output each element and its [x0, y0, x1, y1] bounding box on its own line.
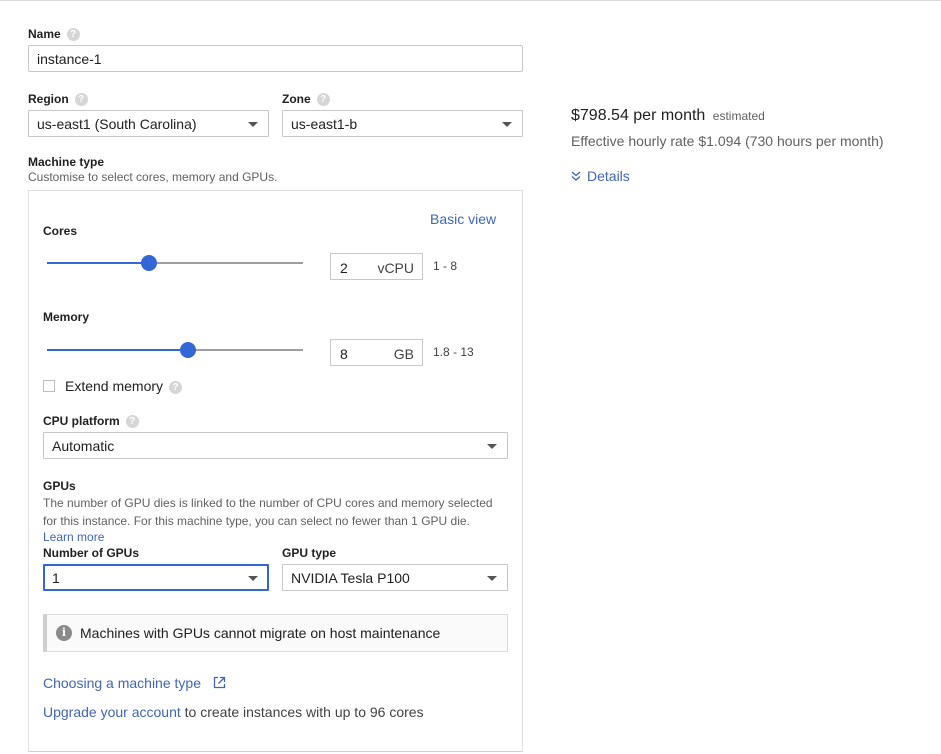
name-input-value: instance-1 — [37, 50, 102, 67]
top-divider — [0, 0, 941, 2]
extend-memory-help-icon[interactable]: ? — [169, 380, 183, 394]
machine-type-subtitle: Customise to select cores, memory and GP… — [28, 170, 278, 184]
cores-range: 1 - 8 — [433, 259, 458, 273]
memory-slider-fill — [47, 349, 188, 351]
cpu-platform-label: CPU platform — [43, 414, 120, 428]
price-estimated-tag: estimated — [712, 109, 765, 123]
number-of-gpus-select[interactable]: 1 — [43, 564, 269, 591]
memory-label: Memory — [43, 310, 90, 324]
memory-unit: GB — [393, 346, 414, 362]
cpu-platform-dropdown-arrow-icon — [487, 443, 497, 449]
number-of-gpus-label: Number of GPUs — [43, 546, 140, 560]
cores-slider-fill — [47, 262, 150, 264]
machine-type-panel — [28, 190, 523, 752]
external-link-icon[interactable] — [213, 676, 226, 689]
upgrade-account-link[interactable]: Upgrade your account — [43, 704, 181, 720]
learn-more-link[interactable]: Learn more — [43, 530, 104, 544]
extend-memory-label: Extend memory — [65, 378, 164, 394]
choosing-machine-type-row: Choosing a machine type — [43, 675, 226, 691]
price-row: $798.54 per month estimated — [571, 107, 765, 125]
number-of-gpus-value: 1 — [52, 569, 60, 586]
basic-view-link[interactable]: Basic view — [430, 211, 496, 227]
gpus-description-line-2: for this instance. For this machine type… — [43, 514, 470, 528]
details-toggle[interactable]: Details — [571, 168, 630, 184]
cpu-platform-value: Automatic — [52, 437, 115, 454]
zone-select-value: us-east1-b — [291, 115, 358, 132]
gpu-type-label: GPU type — [282, 546, 337, 560]
cores-unit: vCPU — [377, 260, 414, 276]
extend-memory-row: Extend memory? — [65, 378, 183, 394]
gpus-description: The number of GPU dies is linked to the … — [43, 494, 493, 530]
region-dropdown-arrow-icon — [248, 121, 258, 127]
region-label-row: Region? — [28, 92, 88, 107]
memory-range: 1.8 - 13 — [433, 345, 474, 359]
gpus-heading: GPUs — [43, 479, 76, 493]
gpus-description-line-1: The number of GPU dies is linked to the … — [43, 496, 493, 510]
zone-help-icon[interactable]: ? — [316, 93, 330, 107]
region-select[interactable]: us-east1 (South Carolina) — [28, 110, 269, 137]
machine-type-label: Machine type — [28, 155, 105, 169]
zone-select[interactable]: us-east1-b — [282, 110, 523, 137]
extend-memory-checkbox[interactable] — [43, 380, 55, 392]
cpu-platform-select[interactable]: Automatic — [43, 432, 508, 459]
name-label: Name — [28, 27, 61, 41]
gpu-type-value: NVIDIA Tesla P100 — [291, 569, 410, 586]
cores-input[interactable]: 2 vCPU — [330, 253, 423, 280]
cores-label: Cores — [43, 224, 78, 238]
upgrade-row: Upgrade your account to create instances… — [43, 704, 424, 720]
region-help-icon[interactable]: ? — [74, 93, 88, 107]
gpu-type-dropdown-arrow-icon — [487, 575, 497, 581]
hourly-rate: Effective hourly rate $1.094 (730 hours … — [571, 133, 884, 149]
cores-value: 2 — [340, 260, 348, 276]
number-of-gpus-dropdown-arrow-icon — [248, 575, 258, 581]
name-label-row: Name? — [28, 27, 80, 42]
zone-label-row: Zone? — [282, 92, 330, 107]
gpu-type-select[interactable]: NVIDIA Tesla P100 — [282, 564, 508, 591]
details-link[interactable]: Details — [587, 168, 630, 184]
gpu-maintenance-notice: i Machines with GPUs cannot migrate on h… — [43, 614, 508, 652]
name-input[interactable]: instance-1 — [28, 45, 523, 72]
cpu-platform-label-row: CPU platform? — [43, 414, 139, 429]
memory-input[interactable]: 8 GB — [330, 339, 423, 366]
cpu-platform-help-icon[interactable]: ? — [125, 415, 139, 429]
name-help-icon[interactable]: ? — [66, 28, 80, 42]
choosing-machine-type-link[interactable]: Choosing a machine type — [43, 675, 201, 691]
gpu-maintenance-message: Machines with GPUs cannot migrate on hos… — [80, 625, 441, 641]
region-label: Region — [28, 92, 69, 106]
memory-value: 8 — [340, 346, 348, 362]
info-icon: i — [56, 625, 72, 641]
region-select-value: us-east1 (South Carolina) — [37, 115, 197, 132]
zone-label: Zone — [282, 92, 311, 106]
double-chevron-down-icon — [571, 171, 581, 181]
zone-dropdown-arrow-icon — [502, 121, 512, 127]
upgrade-suffix: to create instances with up to 96 cores — [180, 704, 424, 720]
monthly-price: $798.54 per month — [571, 107, 706, 124]
memory-slider-thumb[interactable] — [179, 342, 196, 358]
